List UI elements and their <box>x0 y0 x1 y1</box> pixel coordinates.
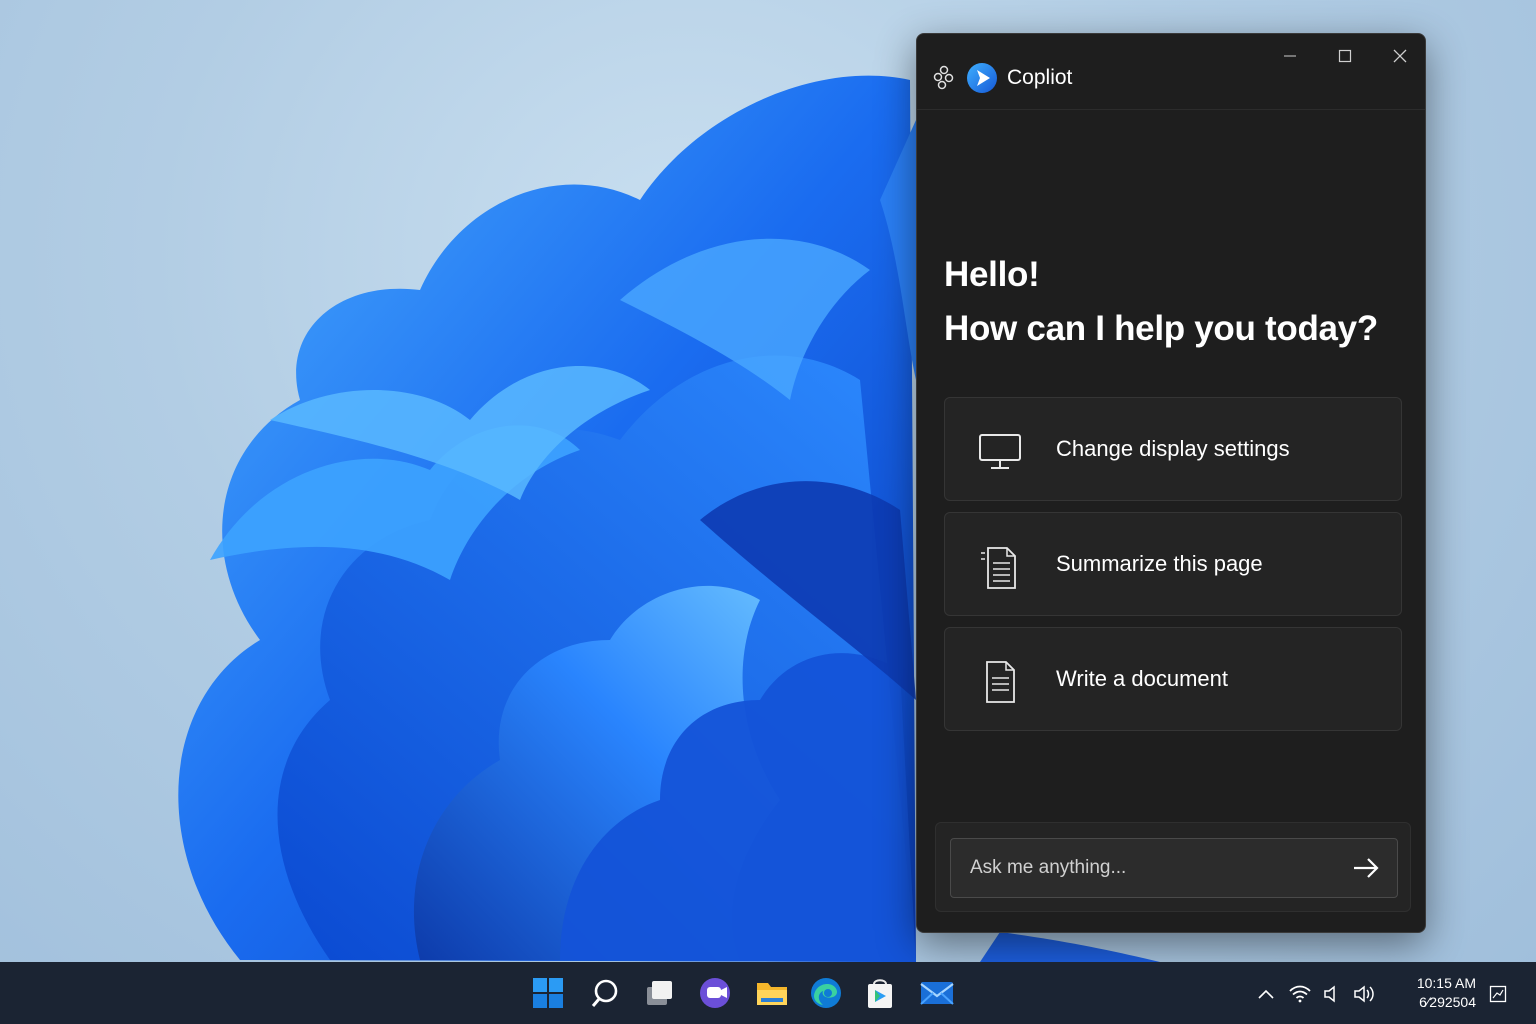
ask-input[interactable] <box>950 838 1398 898</box>
volume-icon <box>1354 985 1374 1003</box>
task-view-icon <box>647 981 672 1005</box>
taskbar: 10:15 AM 6⁄292504 <box>0 962 1536 1024</box>
store-button[interactable] <box>861 974 899 1012</box>
chat-button[interactable] <box>696 974 734 1012</box>
wifi-icon <box>1289 985 1311 1003</box>
apps-icon[interactable] <box>933 65 955 91</box>
maximize-icon <box>1338 49 1352 63</box>
suggestion-label: Write a document <box>1056 666 1229 691</box>
copilot-window: Copliot Hello! How can I help you today? <box>916 33 1426 933</box>
start-button[interactable] <box>529 974 567 1012</box>
document-icon <box>986 661 1015 703</box>
maximize-button[interactable] <box>1318 38 1372 74</box>
send-button[interactable] <box>1350 854 1382 882</box>
suggestion-label: Change display settings <box>1056 436 1290 461</box>
title-bar: Copliot <box>917 34 1425 110</box>
mail-button[interactable] <box>918 974 956 1012</box>
show-hidden-icons-button[interactable] <box>1254 982 1278 1006</box>
app-title: Copliot <box>1007 66 1073 89</box>
monitor-icon <box>979 434 1021 469</box>
edge-button[interactable] <box>807 974 845 1012</box>
search-button[interactable] <box>586 974 624 1012</box>
minimize-button[interactable] <box>1263 38 1317 74</box>
arrow-right-icon <box>1354 858 1379 878</box>
minimize-icon <box>1284 55 1296 57</box>
file-explorer-icon <box>757 983 787 1005</box>
greeting-line-2: How can I help you today? <box>944 309 1378 348</box>
file-explorer-button[interactable] <box>753 974 791 1012</box>
task-view-button[interactable] <box>641 974 679 1012</box>
copilot-logo-icon <box>967 63 997 93</box>
suggestion-summarize-page[interactable]: Summarize this page <box>944 512 1402 616</box>
volume-button[interactable] <box>1353 982 1377 1006</box>
notes-icon <box>981 547 1016 589</box>
suggestion-label: Summarize this page <box>1056 551 1263 576</box>
greeting-line-1: Hello! <box>944 255 1040 294</box>
chat-input-area <box>935 822 1411 912</box>
clock-time: 10:15 AM <box>1416 975 1476 991</box>
chat-icon <box>700 978 730 1008</box>
notification-button[interactable] <box>1486 982 1510 1006</box>
speaker-icon <box>1324 985 1335 1003</box>
taskbar-clock[interactable]: 10:15 AM 6⁄292504 <box>1402 974 1476 1012</box>
network-button[interactable] <box>1288 982 1312 1006</box>
search-icon <box>591 979 618 1007</box>
suggestion-write-document[interactable]: Write a document <box>944 627 1402 731</box>
chevron-up-icon <box>1258 989 1274 999</box>
close-icon <box>1393 49 1407 63</box>
speaker-button[interactable] <box>1318 982 1342 1006</box>
windows-start-icon <box>533 978 563 1008</box>
greeting-heading: Hello! How can I help you today? <box>944 248 1378 356</box>
suggestion-change-display-settings[interactable]: Change display settings <box>944 397 1402 501</box>
clock-date: 6⁄292504 <box>1419 994 1476 1010</box>
store-icon <box>868 979 892 1008</box>
mail-icon <box>920 982 954 1005</box>
notification-icon <box>1489 985 1507 1003</box>
edge-icon <box>811 978 841 1008</box>
close-button[interactable] <box>1373 38 1425 74</box>
